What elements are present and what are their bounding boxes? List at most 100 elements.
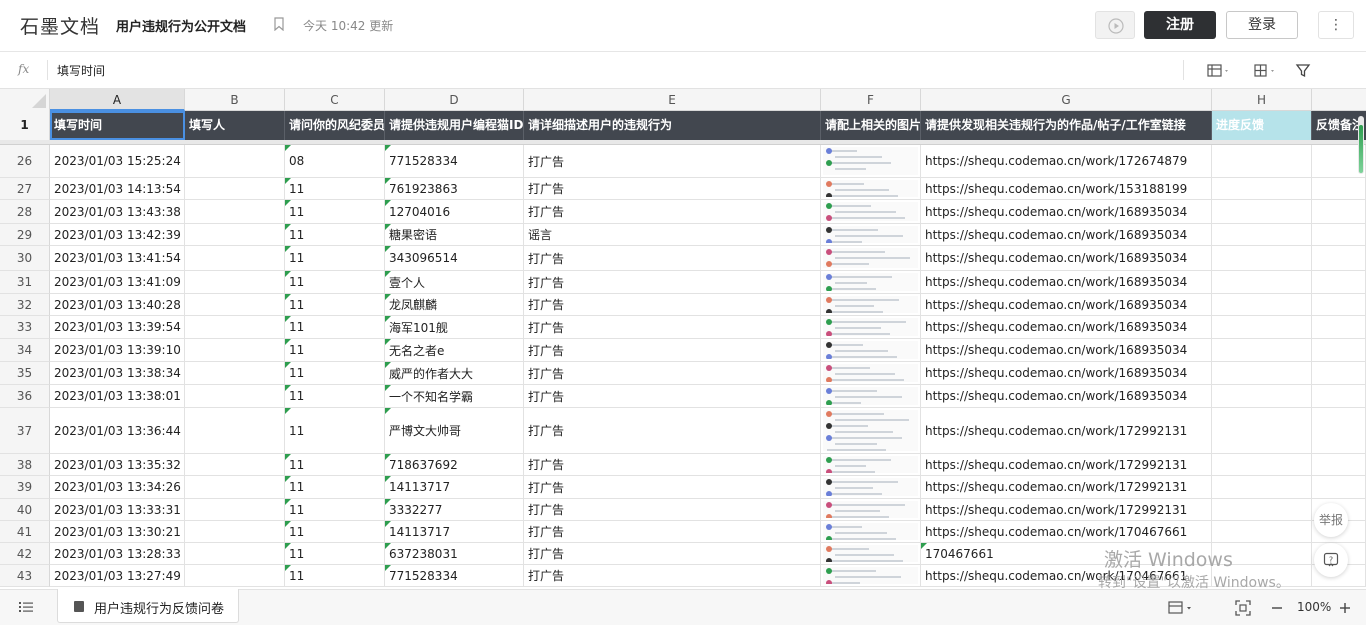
- cell-link[interactable]: https://shequ.codemao.cn/work/168935034: [921, 385, 1212, 407]
- cell-user-id[interactable]: 海军101舰: [385, 316, 524, 338]
- cell-committee[interactable]: 11: [285, 200, 385, 223]
- cell-fill-time[interactable]: 2023/01/03 13:34:26: [50, 476, 185, 498]
- cell-link[interactable]: https://shequ.codemao.cn/work/168935034: [921, 224, 1212, 245]
- column-header-b[interactable]: B: [185, 89, 285, 111]
- cell-description[interactable]: 打广告: [524, 246, 821, 270]
- cell-image[interactable]: [821, 178, 921, 199]
- cell-filler[interactable]: [185, 385, 285, 407]
- screenshot-thumbnail[interactable]: [823, 147, 918, 175]
- screenshot-thumbnail[interactable]: [823, 202, 918, 221]
- cell-committee[interactable]: 11: [285, 246, 385, 270]
- cell-committee[interactable]: 11: [285, 362, 385, 384]
- row-header[interactable]: 27: [0, 178, 50, 200]
- more-menu-button[interactable]: ⋮: [1318, 11, 1354, 39]
- header-progress[interactable]: 进度反馈: [1212, 111, 1312, 140]
- cell-description[interactable]: 打广告: [524, 454, 821, 475]
- screenshot-thumbnail[interactable]: [823, 296, 918, 313]
- cell-committee[interactable]: 11: [285, 565, 385, 586]
- column-header-g[interactable]: G: [921, 89, 1212, 111]
- cell-progress[interactable]: [1212, 224, 1312, 245]
- cell-remark[interactable]: [1312, 476, 1366, 498]
- cell-link[interactable]: https://shequ.codemao.cn/work/170467661: [921, 521, 1212, 542]
- cell-filler[interactable]: [185, 316, 285, 338]
- cell-fill-time[interactable]: 2023/01/03 13:40:28: [50, 294, 185, 315]
- cell-link[interactable]: https://shequ.codemao.cn/work/168935034: [921, 200, 1212, 223]
- column-header-a[interactable]: A: [50, 89, 185, 111]
- sheet-tab[interactable]: 用户违规行为反馈问卷: [57, 589, 239, 623]
- cell-image[interactable]: [821, 521, 921, 542]
- sheet-list-icon[interactable]: [18, 600, 34, 614]
- login-button[interactable]: 登录: [1226, 11, 1298, 39]
- cell-committee[interactable]: 11: [285, 408, 385, 453]
- cell-description[interactable]: 打广告: [524, 362, 821, 384]
- cell-remark[interactable]: [1312, 339, 1366, 361]
- header-link[interactable]: 请提供发现相关违规行为的作品/帖子/工作室链接: [921, 111, 1212, 140]
- cell-progress[interactable]: [1212, 200, 1312, 223]
- cell-remark[interactable]: [1312, 224, 1366, 245]
- cell-filler[interactable]: [185, 294, 285, 315]
- cell-image[interactable]: [821, 200, 921, 223]
- cell-progress[interactable]: [1212, 385, 1312, 407]
- column-header-c[interactable]: C: [285, 89, 385, 111]
- cell-description[interactable]: 打广告: [524, 316, 821, 338]
- cell-filler[interactable]: [185, 454, 285, 475]
- screenshot-thumbnail[interactable]: [823, 501, 918, 518]
- cell-filler[interactable]: [185, 339, 285, 361]
- cell-fill-time[interactable]: 2023/01/03 13:42:39: [50, 224, 185, 245]
- cell-filler[interactable]: [185, 499, 285, 520]
- view-mode-icon[interactable]: [1168, 600, 1196, 616]
- cell-fill-time[interactable]: 2023/01/03 13:39:54: [50, 316, 185, 338]
- cell-description[interactable]: 打广告: [524, 145, 821, 177]
- cell-remark[interactable]: [1312, 454, 1366, 475]
- cell-filler[interactable]: [185, 200, 285, 223]
- present-button[interactable]: [1095, 11, 1135, 39]
- cell-committee[interactable]: 11: [285, 385, 385, 407]
- screenshot-thumbnail[interactable]: [823, 545, 918, 562]
- header-fill-time[interactable]: 填写时间: [50, 111, 185, 140]
- cell-fill-time[interactable]: 2023/01/03 13:33:31: [50, 499, 185, 520]
- cell-remark[interactable]: [1312, 385, 1366, 407]
- cell-fill-time[interactable]: 2023/01/03 15:25:24: [50, 145, 185, 177]
- cell-description[interactable]: 打广告: [524, 521, 821, 542]
- cell-fill-time[interactable]: 2023/01/03 13:27:49: [50, 565, 185, 586]
- formula-input[interactable]: 填写时间: [57, 62, 105, 79]
- screenshot-thumbnail[interactable]: [823, 456, 918, 473]
- register-button[interactable]: 注册: [1144, 11, 1216, 39]
- row-header[interactable]: 30: [0, 246, 50, 271]
- report-button[interactable]: 举报: [1314, 503, 1348, 537]
- row-header[interactable]: 32: [0, 294, 50, 316]
- cell-committee[interactable]: 08: [285, 145, 385, 177]
- cell-user-id[interactable]: 771528334: [385, 565, 524, 586]
- cell-filler[interactable]: [185, 476, 285, 498]
- cell-remark[interactable]: [1312, 246, 1366, 270]
- cell-user-id[interactable]: 3332277: [385, 499, 524, 520]
- help-button[interactable]: ?: [1314, 543, 1348, 577]
- scrollbar-thumb[interactable]: [1359, 125, 1363, 173]
- cell-progress[interactable]: [1212, 294, 1312, 315]
- cell-description[interactable]: 打广告: [524, 499, 821, 520]
- screenshot-thumbnail[interactable]: [823, 226, 918, 243]
- row-header-1[interactable]: 1: [0, 111, 50, 140]
- cell-image[interactable]: [821, 408, 921, 453]
- row-header[interactable]: 35: [0, 362, 50, 385]
- row-header[interactable]: 37: [0, 408, 50, 454]
- cell-user-id[interactable]: 771528334: [385, 145, 524, 177]
- cell-image[interactable]: [821, 454, 921, 475]
- cell-remark[interactable]: [1312, 271, 1366, 293]
- select-all-corner[interactable]: [0, 89, 50, 111]
- cell-remark[interactable]: [1312, 294, 1366, 315]
- cell-committee[interactable]: 11: [285, 543, 385, 564]
- cell-progress[interactable]: [1212, 339, 1312, 361]
- screenshot-thumbnail[interactable]: [823, 318, 918, 336]
- cell-filler[interactable]: [185, 145, 285, 177]
- header-image[interactable]: 请配上相关的图片: [821, 111, 921, 140]
- zoom-out-icon[interactable]: [1270, 600, 1284, 616]
- cell-remark[interactable]: [1312, 316, 1366, 338]
- cell-description[interactable]: 打广告: [524, 543, 821, 564]
- cell-filler[interactable]: [185, 271, 285, 293]
- row-header[interactable]: 38: [0, 454, 50, 476]
- cell-filler[interactable]: [185, 521, 285, 542]
- screenshot-thumbnail[interactable]: [823, 523, 918, 540]
- header-committee[interactable]: 请问你的风纪委员: [285, 111, 385, 140]
- column-header-i[interactable]: [1312, 89, 1366, 111]
